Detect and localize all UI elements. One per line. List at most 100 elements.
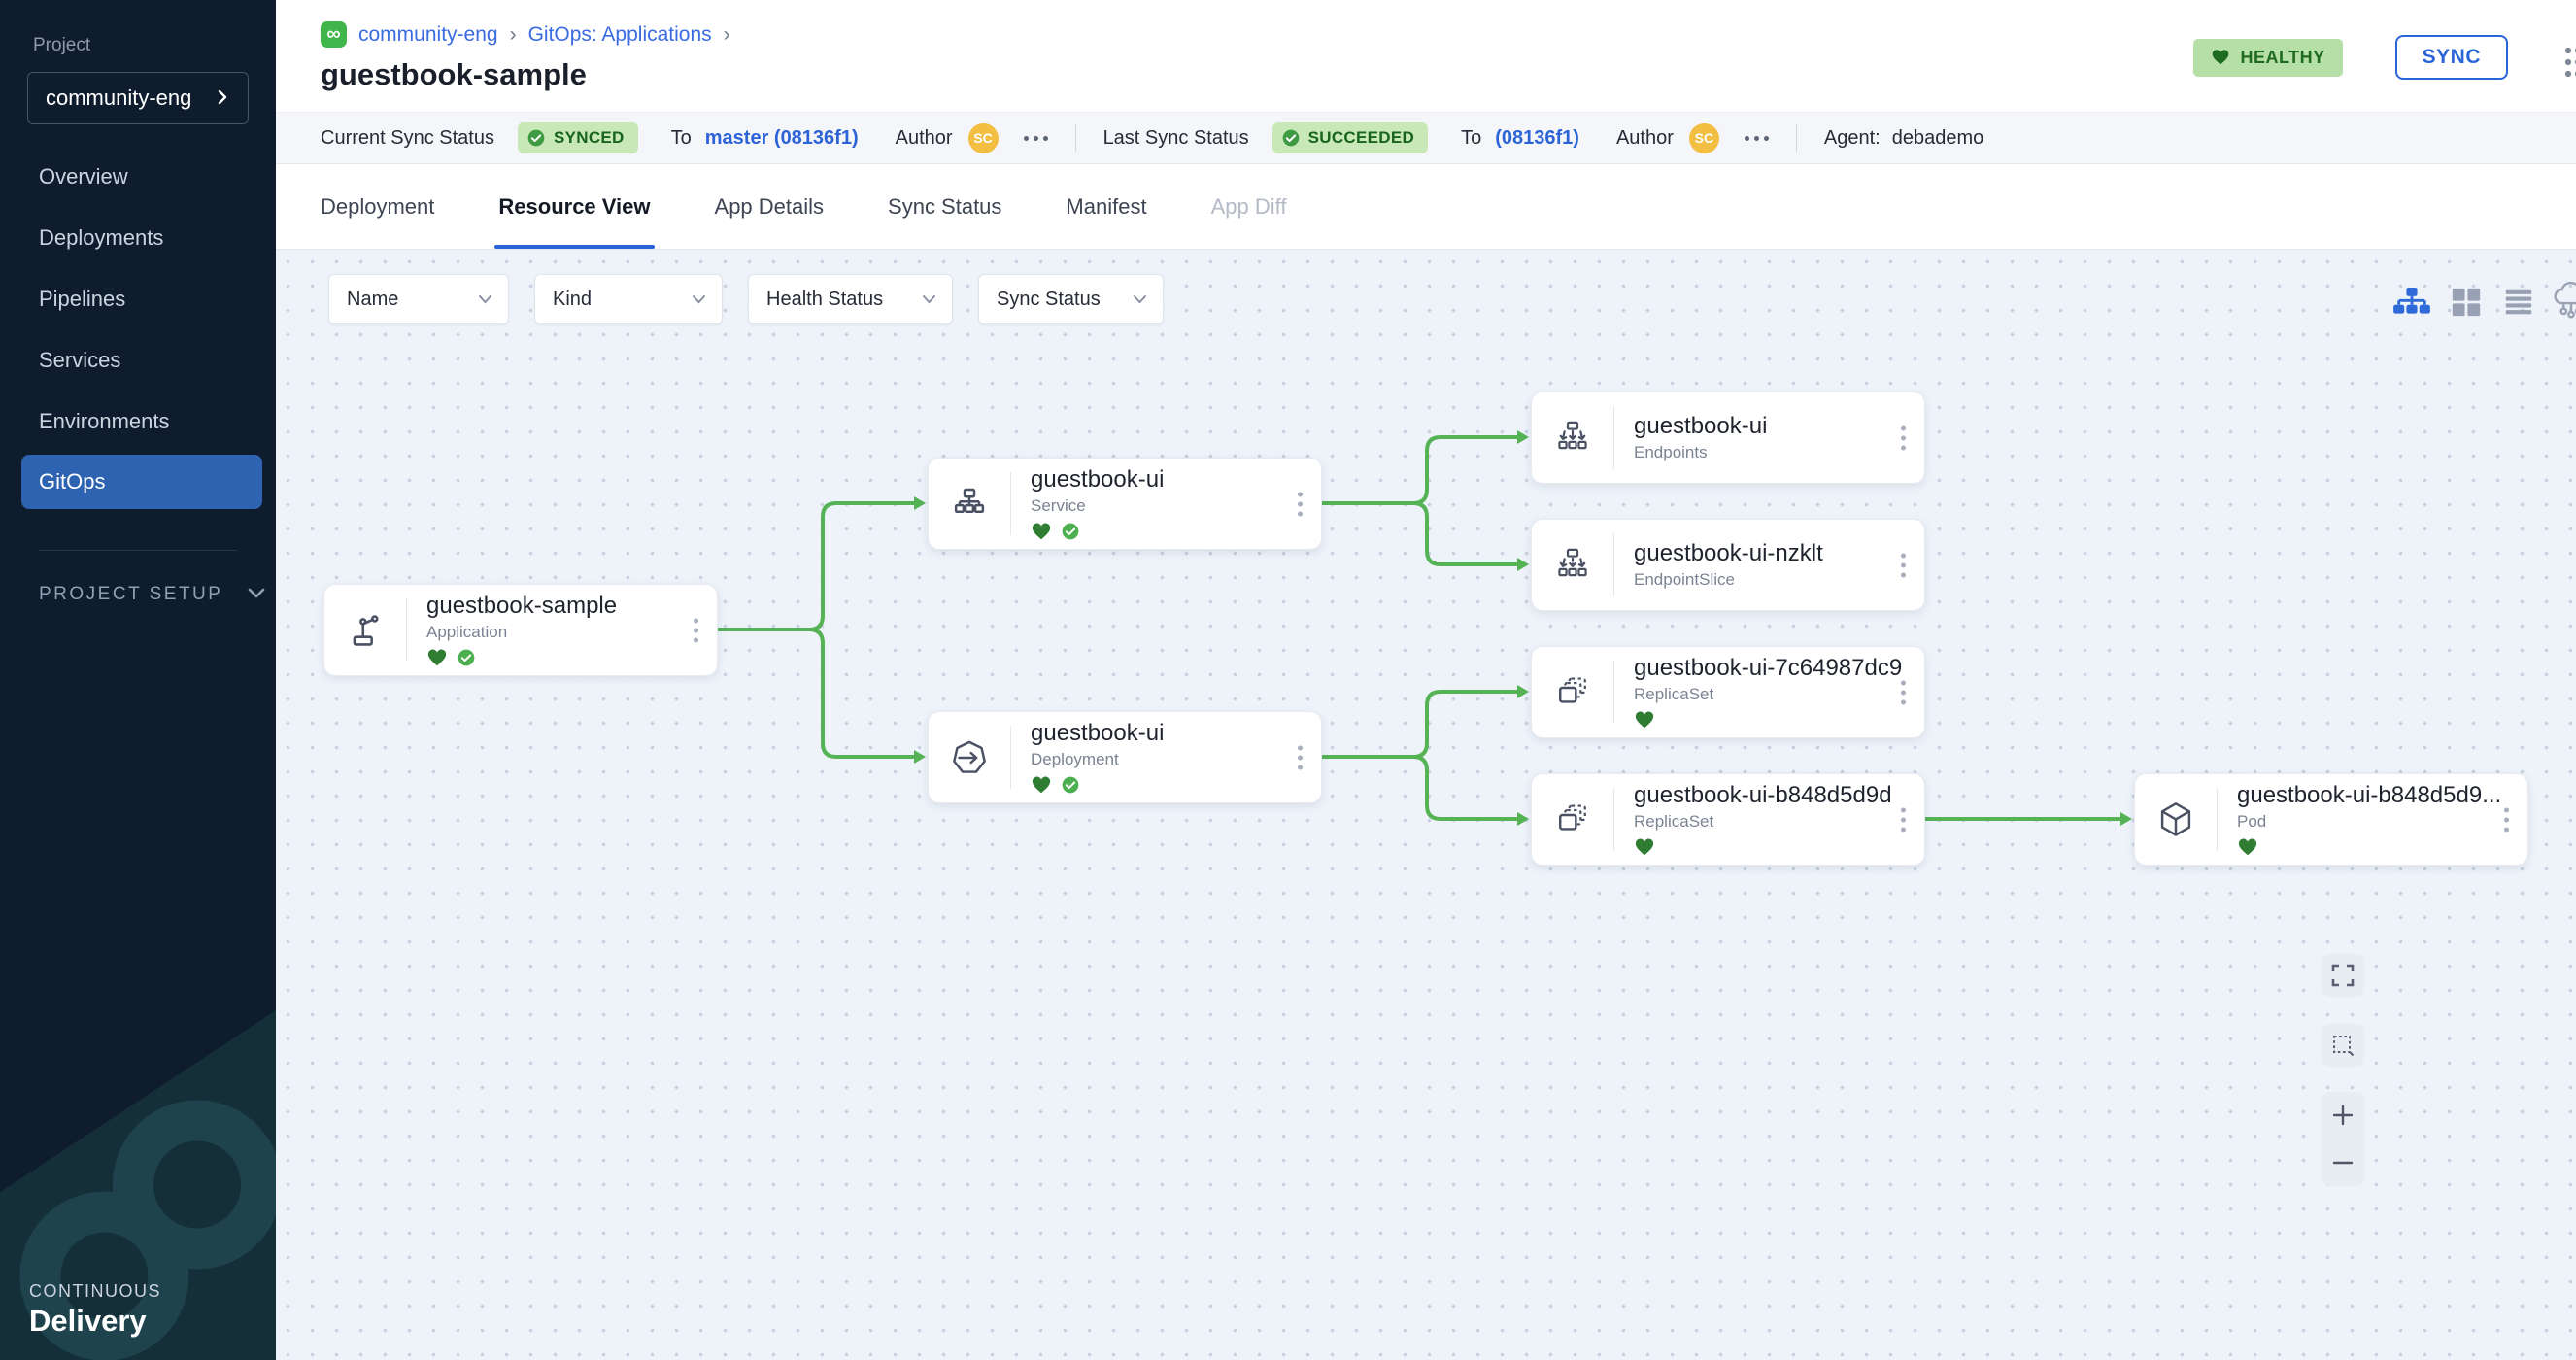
node-title: guestbook-ui: [1031, 720, 1321, 747]
zoom-in-button[interactable]: [2322, 1092, 2364, 1139]
project-selector-value: community-eng: [46, 85, 191, 111]
last-sync-target-link[interactable]: (08136f1): [1495, 127, 1579, 150]
filter-health-status-select[interactable]: Health Status: [748, 274, 953, 324]
current-sync-label: Current Sync Status: [321, 127, 494, 150]
gitops-infinity-icon: ∞: [321, 21, 347, 48]
breadcrumb-applications-link[interactable]: GitOps: Applications: [528, 23, 712, 47]
node-kind: Application: [426, 623, 717, 642]
header-actions: HEALTHY SYNC: [2193, 35, 2508, 80]
node-menu-kebab[interactable]: [1895, 801, 1912, 837]
node-kind: Service: [1031, 496, 1321, 516]
filter-kind-select[interactable]: Kind: [534, 274, 723, 324]
chevron-down-icon: [248, 584, 265, 605]
filter-sync-status-select[interactable]: Sync Status: [978, 274, 1164, 324]
statusbar-divider-2: [1796, 124, 1797, 152]
tab-deployment[interactable]: Deployment: [321, 164, 434, 249]
node-kind: ReplicaSet: [1634, 685, 1924, 704]
healthy-heart-icon: [426, 647, 448, 668]
current-sync-more-menu[interactable]: [1024, 136, 1048, 141]
healthy-heart-icon: [1031, 521, 1052, 542]
sync-button[interactable]: SYNC: [2395, 35, 2508, 80]
header-more-grip-icon[interactable]: [2562, 43, 2576, 86]
chevron-down-icon: [692, 294, 706, 304]
current-author-label: Author: [896, 127, 953, 150]
sidebar-item-services[interactable]: Services: [0, 329, 276, 391]
minus-icon: [2331, 1151, 2355, 1174]
project-selector[interactable]: community-eng: [27, 72, 249, 124]
node-menu-kebab[interactable]: [1895, 547, 1912, 583]
app-window: Project community-eng Overview Deploymen…: [0, 0, 2576, 1360]
box-select-button[interactable]: [2322, 1024, 2364, 1067]
node-endpointslice[interactable]: guestbook-ui-nzklt EndpointSlice: [1531, 519, 1925, 611]
node-menu-kebab[interactable]: [2498, 801, 2515, 837]
node-pod[interactable]: guestbook-ui-b848d5d9... Pod: [2134, 773, 2528, 866]
breadcrumb-project-link[interactable]: community-eng: [358, 23, 498, 47]
node-kind: Deployment: [1031, 750, 1321, 769]
list-view-icon[interactable]: [2497, 281, 2540, 323]
sidebar-item-deployments[interactable]: Deployments: [0, 207, 276, 268]
chevron-down-icon: [922, 294, 936, 304]
chevron-down-icon: [1133, 294, 1147, 304]
sync-status-bar: Current Sync Status SYNCED To master (08…: [276, 112, 2576, 164]
node-title: guestbook-ui-b848d5d9...: [2237, 782, 2527, 809]
zoom-out-button[interactable]: [2322, 1139, 2364, 1187]
current-sync-target-link[interactable]: master (08136f1): [705, 127, 859, 150]
chevron-down-icon: [478, 294, 492, 304]
breadcrumb-separator: ›: [510, 23, 517, 47]
node-replicaset-b848d5d9d[interactable]: guestbook-ui-b848d5d9d ReplicaSet: [1531, 773, 1925, 866]
deployment-icon: [929, 738, 1010, 777]
node-menu-kebab[interactable]: [1895, 674, 1912, 710]
node-title: guestbook-ui: [1031, 466, 1321, 493]
current-author-avatar: SC: [968, 123, 999, 153]
endpointslice-icon: [1532, 546, 1613, 585]
tab-manifest[interactable]: Manifest: [1066, 164, 1146, 249]
sidebar-item-environments[interactable]: Environments: [0, 391, 276, 452]
node-title: guestbook-ui-b848d5d9d: [1634, 782, 1924, 809]
tab-app-details[interactable]: App Details: [715, 164, 825, 249]
node-title: guestbook-ui: [1634, 413, 1924, 440]
sidebar-item-gitops[interactable]: GitOps: [21, 455, 262, 509]
synced-check-icon: [1061, 522, 1080, 541]
agent-label: Agent:: [1824, 127, 1881, 150]
project-label: Project: [33, 35, 276, 56]
sidebar-nav: Overview Deployments Pipelines Services …: [0, 146, 276, 509]
resource-graph-canvas: Name Kind Health Status Sync Status: [276, 249, 2576, 1360]
last-to-label: To: [1461, 127, 1481, 150]
healthy-heart-icon: [1031, 774, 1052, 796]
healthy-heart-icon: [2237, 836, 2258, 858]
node-menu-kebab[interactable]: [1895, 420, 1912, 456]
last-sync-more-menu[interactable]: [1745, 136, 1769, 141]
replicaset-icon: [1532, 800, 1613, 839]
node-replicaset-7c64987dc9[interactable]: guestbook-ui-7c64987dc9 ReplicaSet: [1531, 646, 1925, 738]
node-deployment[interactable]: guestbook-ui Deployment: [928, 711, 1322, 803]
network-view-icon[interactable]: [2550, 281, 2576, 323]
current-to-label: To: [671, 127, 692, 150]
last-author-avatar: SC: [1689, 123, 1719, 153]
project-setup-toggle[interactable]: PROJECT SETUP: [39, 584, 276, 605]
node-kind: EndpointSlice: [1634, 570, 1924, 590]
chevron-right-icon: [215, 85, 230, 111]
endpoints-icon: [1532, 419, 1613, 458]
tab-app-diff[interactable]: App Diff: [1211, 164, 1287, 249]
fullscreen-button[interactable]: [2322, 954, 2364, 997]
tree-view-icon[interactable]: [2390, 281, 2433, 323]
grid-view-icon[interactable]: [2445, 281, 2488, 323]
node-menu-kebab[interactable]: [688, 612, 704, 648]
sidebar-item-overview[interactable]: Overview: [0, 146, 276, 207]
synced-check-icon: [1061, 775, 1080, 795]
node-menu-kebab[interactable]: [1292, 486, 1308, 522]
plus-icon: [2331, 1104, 2355, 1127]
node-service[interactable]: guestbook-ui Service: [928, 458, 1322, 550]
node-endpoints[interactable]: guestbook-ui Endpoints: [1531, 391, 1925, 484]
replicaset-icon: [1532, 673, 1613, 712]
tab-sync-status[interactable]: Sync Status: [888, 164, 1001, 249]
node-kind: Pod: [2237, 812, 2527, 832]
last-author-label: Author: [1616, 127, 1674, 150]
heart-icon: [2211, 48, 2230, 67]
filter-name-select[interactable]: Name: [328, 274, 509, 324]
succeeded-badge: SUCCEEDED: [1272, 122, 1428, 153]
node-application[interactable]: guestbook-sample Application: [323, 584, 718, 676]
tab-resource-view[interactable]: Resource View: [498, 164, 650, 249]
sidebar-item-pipelines[interactable]: Pipelines: [0, 268, 276, 329]
node-menu-kebab[interactable]: [1292, 739, 1308, 775]
